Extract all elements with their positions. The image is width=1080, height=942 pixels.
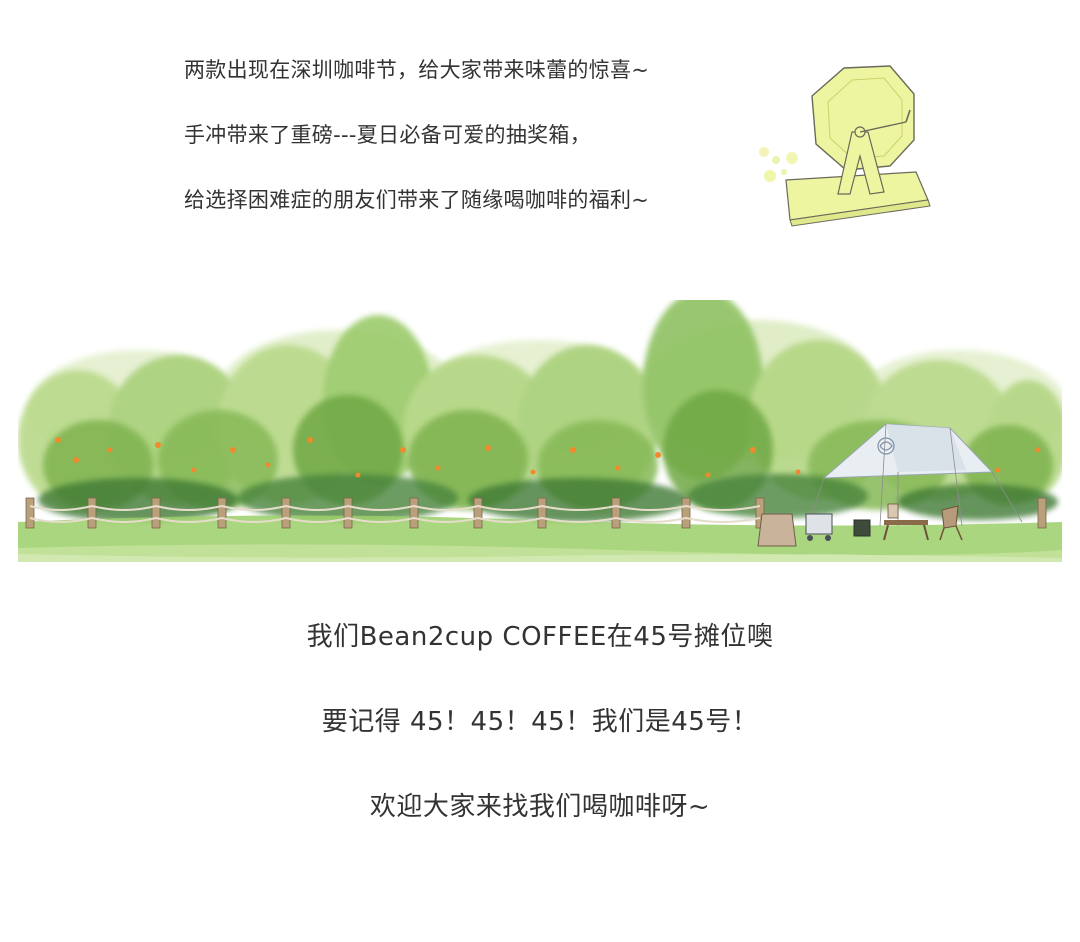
lottery-box-illustration xyxy=(759,65,931,227)
closing-text: 我们Bean2cup COFFEE在45号摊位噢 要记得 45！45！45！我们… xyxy=(0,624,1080,820)
intro-line-3: 给选择困难症的朋友们带来了随缘喝咖啡的福利~ xyxy=(184,188,650,212)
closing-line-2: 要记得 45！45！45！我们是45号！ xyxy=(321,707,759,737)
closing-line-3: 欢迎大家来找我们喝咖啡呀~ xyxy=(369,792,711,822)
intro-line-1: 两款出现在深圳咖啡节，给大家带来味蕾的惊喜~ xyxy=(184,58,650,82)
tree-fence-tent-scene-illustration xyxy=(18,300,1062,562)
intro-line-2: 手冲带来了重磅---夏日必备可爱的抽奖箱， xyxy=(184,123,592,147)
intro-text: 两款出现在深圳咖啡节，给大家带来味蕾的惊喜~ 手冲带来了重磅---夏日必备可爱的… xyxy=(184,60,764,211)
closing-line-1: 我们Bean2cup COFFEE在45号摊位噢 xyxy=(306,622,774,652)
